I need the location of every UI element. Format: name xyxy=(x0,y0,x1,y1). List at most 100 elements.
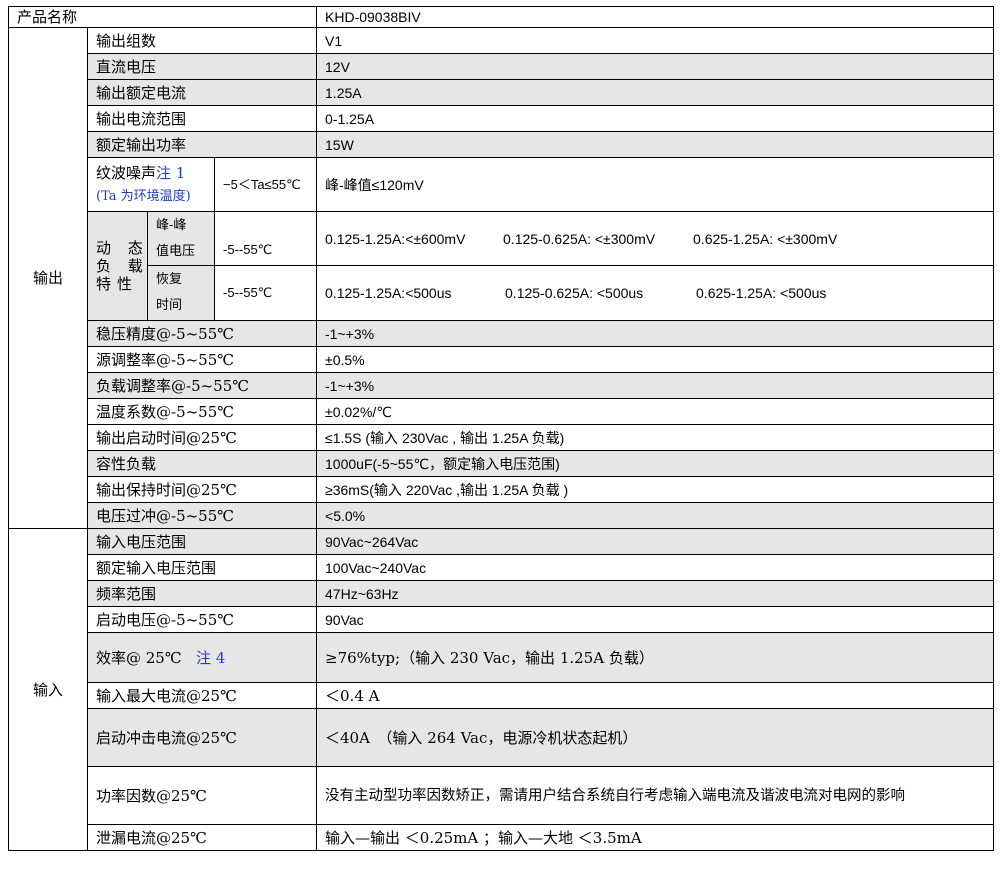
output-section-label: 输出 xyxy=(8,27,88,529)
recovery-label-line: 时间 xyxy=(156,298,183,313)
table-row: 输出额定电流 1.25A xyxy=(9,79,995,106)
table-row: 容性负载 1000uF(-5~55℃，额定输入电压范围) xyxy=(9,450,995,477)
ripple-row: 纹波噪声注 1 (Ta 为环境温度) −5＜Ta≤55℃ 峰-峰值≤120mV xyxy=(9,157,995,212)
row-label: 容性负载 xyxy=(86,450,318,477)
row-value: ＜40A （输入 264 Vac，电源冷机状态起机） xyxy=(316,708,995,767)
recovery-value: 0.625-1.25A: <500us xyxy=(696,285,827,301)
row-value: ＜0.4 A xyxy=(316,682,995,709)
product-row: 产品名称 KHD-09038BIV xyxy=(7,6,995,28)
ripple-note2: (Ta 为环境温度) xyxy=(96,188,191,204)
row-label: 负载调整率@-5~55℃ xyxy=(86,372,318,399)
efficiency-value: ≥76%typ;（输入 230 Vac，输出 1.25A 负载） xyxy=(316,632,995,683)
row-value: 15W xyxy=(316,131,995,158)
row-label: 电压过冲@-5~55℃ xyxy=(86,502,318,529)
table-row: 输入 输入电压范围 90Vac~264Vac xyxy=(8,528,995,851)
ripple-value: 峰-峰值≤120mV xyxy=(316,157,995,212)
row-label: 额定输出功率 xyxy=(86,131,318,158)
row-value: ±0.02%/℃ xyxy=(316,398,995,425)
row-value: 90Vac xyxy=(316,606,995,633)
row-value: 0-1.25A xyxy=(316,105,995,132)
dynamic-label-line: 负 载 xyxy=(96,257,148,275)
row-label: 温度系数@-5~55℃ xyxy=(86,398,318,425)
table-row: 额定输入电压范围 100Vac~240Vac xyxy=(9,554,995,581)
table-row: 直流电压 12V xyxy=(9,53,995,80)
input-section-label: 输入 xyxy=(8,528,88,851)
recovery-condition: -5--55℃ xyxy=(213,265,318,321)
ripple-label-cell: 纹波噪声注 1 (Ta 为环境温度) xyxy=(87,157,215,212)
dynamic-label-cell: 动 态 负 载 特性 xyxy=(87,211,148,321)
row-label: 输出额定电流 xyxy=(86,79,318,106)
table-row: 源调整率@-5~55℃ ±0.5% xyxy=(9,346,995,373)
row-value: 输入—输出 ＜0.25mA ；输入—大地 ＜3.5mA xyxy=(316,824,995,851)
inrush-row: 启动冲击电流@25℃ ＜40A （输入 264 Vac，电源冷机状态起机） xyxy=(9,708,995,767)
efficiency-note: 注 4 xyxy=(195,648,226,667)
table-row: 频率范围 47Hz~63Hz xyxy=(9,580,995,607)
row-label: 输出启动时间@25℃ xyxy=(86,424,318,451)
table-row: 额定输出功率 15W xyxy=(9,131,995,158)
row-value: <5.0% xyxy=(316,502,995,529)
row-value: ≤1.5S (输入 230Vac , 输出 1.25A 负载) xyxy=(316,424,995,451)
row-label: 源调整率@-5~55℃ xyxy=(86,346,318,373)
row-value: ±0.5% xyxy=(316,346,995,373)
ripple-condition: −5＜Ta≤55℃ xyxy=(213,157,318,212)
row-value: -1~+3% xyxy=(316,372,995,399)
efficiency-row: 效率@ 25℃ 注 4 ≥76%typ;（输入 230 Vac，输出 1.25A… xyxy=(9,632,995,683)
row-value: 12V xyxy=(316,53,995,80)
spec-table: 产品名称 KHD-09038BIV 输出 输出组数 V1 直流电压 12V 输出… xyxy=(7,6,995,851)
peak-label-line: 值电压 xyxy=(156,243,196,259)
row-label: 启动冲击电流@25℃ xyxy=(86,708,318,767)
recovery-label-line: 恢复 xyxy=(156,272,183,287)
row-label: 泄漏电流@25℃ xyxy=(86,824,318,851)
efficiency-label: 效率@ 25℃ xyxy=(96,648,182,667)
table-row: 电压过冲@-5~55℃ <5.0% xyxy=(9,502,995,529)
recovery-value: 0.125-1.25A:<500us xyxy=(325,285,452,301)
peak-condition: -5--55℃ xyxy=(213,211,318,266)
peak-value: 0.125-0.625A: <±300mV xyxy=(503,230,656,247)
row-value: 100Vac~240Vac xyxy=(316,554,995,581)
row-label: 频率范围 xyxy=(86,580,318,607)
pf-row: 功率因数@25℃ 没有主动型功率因数矫正，需请用户结合系统自行考虑输入端电流及谐… xyxy=(9,766,995,825)
table-row: 启动电压@-5~55℃ 90Vac xyxy=(9,606,995,633)
table-row: 输入最大电流@25℃ ＜0.4 A xyxy=(9,682,995,709)
peak-value: 0.125-1.25A:<±600mV xyxy=(325,230,466,247)
row-value: 90Vac~264Vac xyxy=(316,528,995,555)
ripple-label: 纹波噪声 xyxy=(96,163,157,182)
dynamic-peak-row: 动 态 负 载 特性 峰-峰 值电压 -5--55℃ 0.125-1.25A:<… xyxy=(9,211,995,321)
row-value: -1~+3% xyxy=(316,320,995,347)
peak-value: 0.625-1.25A: <±300mV xyxy=(693,230,838,247)
peak-values: 0.125-1.25A:<±600mV 0.125-0.625A: <±300m… xyxy=(316,211,995,266)
product-label: 产品名称 xyxy=(7,6,318,28)
row-label: 输出保持时间@25℃ xyxy=(86,476,318,503)
peak-label-line: 峰-峰 xyxy=(156,217,187,233)
table-row: 泄漏电流@25℃ 输入—输出 ＜0.25mA ；输入—大地 ＜3.5mA xyxy=(9,824,995,851)
peak-label-cell: 峰-峰 值电压 xyxy=(147,211,215,266)
product-value: KHD-09038BIV xyxy=(316,6,995,28)
table-row: 输出启动时间@25℃ ≤1.5S (输入 230Vac , 输出 1.25A 负… xyxy=(9,424,995,451)
table-row: 输出 输出组数 V1 xyxy=(8,27,995,529)
dynamic-label-line: 特性 xyxy=(96,275,139,293)
row-label: 直流电压 xyxy=(86,53,318,80)
row-value: 1.25A xyxy=(316,79,995,106)
efficiency-label-cell: 效率@ 25℃ 注 4 xyxy=(86,632,318,683)
row-value: V1 xyxy=(316,27,995,54)
dynamic-label-line: 动 态 xyxy=(96,239,148,257)
row-value: 1000uF(-5~55℃，额定输入电压范围) xyxy=(316,450,995,477)
dynamic-recovery-row: 恢复 时间 -5--55℃ 0.125-1.25A:<500us 0.125-0… xyxy=(9,265,995,321)
row-label: 功率因数@25℃ xyxy=(86,766,318,825)
ripple-note: 注 1 xyxy=(156,163,186,182)
ripple-label-line: 纹波噪声注 1 xyxy=(96,164,206,182)
row-label: 输出组数 xyxy=(86,27,318,54)
row-label: 启动电压@-5~55℃ xyxy=(86,606,318,633)
table-row: 温度系数@-5~55℃ ±0.02%/℃ xyxy=(9,398,995,425)
recovery-label-cell: 恢复 时间 xyxy=(147,265,215,321)
recovery-value: 0.125-0.625A: <500us xyxy=(505,285,644,301)
row-label: 额定输入电压范围 xyxy=(86,554,318,581)
row-label: 输出电流范围 xyxy=(86,105,318,132)
table-row: 输出电流范围 0-1.25A xyxy=(9,105,995,132)
row-value: 没有主动型功率因数矫正，需请用户结合系统自行考虑输入端电流及谐波电流对电网的影响 xyxy=(316,766,995,825)
table-row: 输出保持时间@25℃ ≥36mS(输入 220Vac ,输出 1.25A 负载 … xyxy=(9,476,995,503)
row-label: 稳压精度@-5~55℃ xyxy=(86,320,318,347)
recovery-values: 0.125-1.25A:<500us 0.125-0.625A: <500us … xyxy=(316,265,995,321)
row-label: 输入电压范围 xyxy=(86,528,318,555)
table-row: 负载调整率@-5~55℃ -1~+3% xyxy=(9,372,995,399)
